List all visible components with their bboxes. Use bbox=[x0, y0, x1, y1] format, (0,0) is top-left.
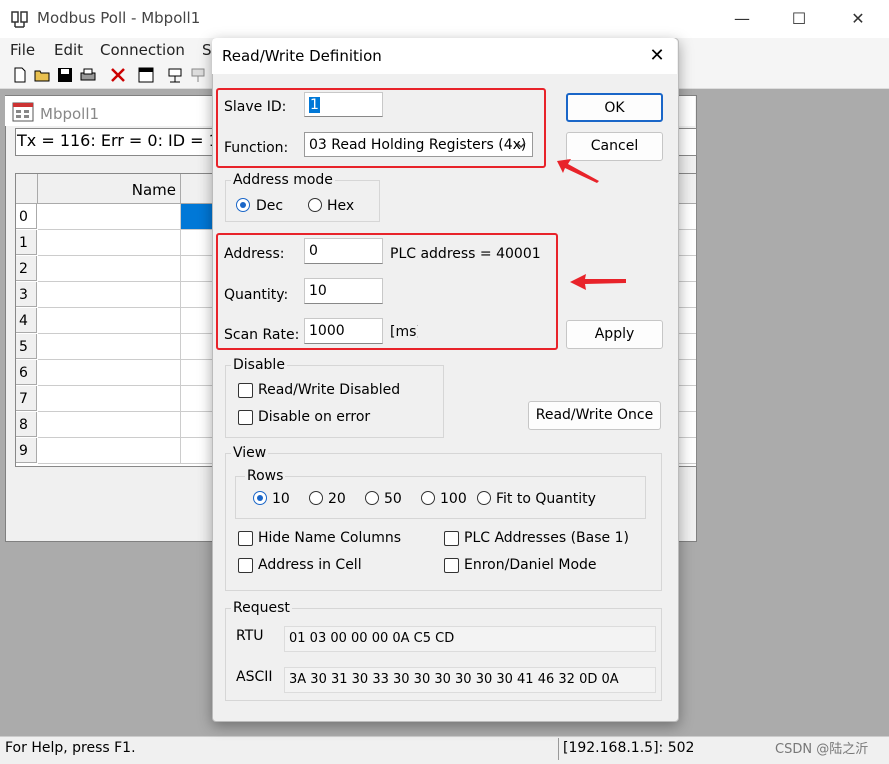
dec-radio[interactable] bbox=[236, 198, 250, 212]
csdn-watermark: CSDN @陆之沂 bbox=[775, 742, 869, 757]
plc-addresses-label: PLC Addresses (Base 1) bbox=[464, 530, 629, 546]
open-folder-icon[interactable] bbox=[34, 67, 50, 83]
window-icon[interactable] bbox=[138, 67, 154, 83]
disable-on-error-label: Disable on error bbox=[258, 409, 371, 425]
view-group-title: View bbox=[231, 445, 269, 461]
menu-connection[interactable]: Connection bbox=[100, 41, 185, 59]
name-cell[interactable] bbox=[38, 256, 181, 282]
enron-mode-label: Enron/Daniel Mode bbox=[464, 557, 597, 573]
row-number: 8 bbox=[16, 412, 37, 437]
rows-fit-radio[interactable] bbox=[477, 491, 491, 505]
row-number: 4 bbox=[16, 308, 37, 333]
name-cell[interactable] bbox=[38, 412, 181, 438]
plc-addresses-checkbox[interactable] bbox=[444, 531, 459, 546]
help-hint: For Help, press F1. bbox=[5, 740, 136, 756]
annotation-arrow-icon bbox=[557, 159, 599, 183]
enron-mode-checkbox[interactable] bbox=[444, 558, 459, 573]
disconnect-icon[interactable] bbox=[190, 67, 206, 83]
row-number: 9 bbox=[16, 438, 37, 463]
close-window-button[interactable]: ✕ bbox=[838, 6, 878, 32]
hide-name-columns-label: Hide Name Columns bbox=[258, 530, 402, 546]
slave-function-highlight bbox=[216, 88, 546, 168]
app-title: Modbus Poll - Mbpoll1 bbox=[37, 9, 201, 27]
rw-disabled-label: Read/Write Disabled bbox=[258, 382, 401, 398]
name-cell[interactable] bbox=[38, 334, 181, 360]
name-cell[interactable] bbox=[38, 308, 181, 334]
rw-disabled-checkbox[interactable] bbox=[238, 383, 253, 398]
mbpoll-document-icon bbox=[12, 102, 34, 122]
address-in-cell-label: Address in Cell bbox=[258, 557, 362, 573]
name-cell[interactable] bbox=[38, 282, 181, 308]
disable-group bbox=[225, 365, 444, 438]
rtu-label: RTU bbox=[236, 628, 264, 644]
rows-100-radio[interactable] bbox=[421, 491, 435, 505]
maximize-button[interactable]: ☐ bbox=[779, 6, 819, 32]
grid-corner bbox=[16, 174, 38, 204]
ascii-label: ASCII bbox=[236, 669, 273, 685]
menu-edit[interactable]: Edit bbox=[54, 41, 83, 59]
dialog-close-icon[interactable]: ✕ bbox=[645, 44, 669, 68]
name-cell[interactable] bbox=[38, 204, 181, 230]
name-cell[interactable] bbox=[38, 386, 181, 412]
connection-address: [192.168.1.5]: 502 bbox=[563, 740, 695, 756]
read-write-once-button[interactable]: Read/Write Once bbox=[528, 401, 661, 430]
hex-label: Hex bbox=[327, 198, 355, 214]
modbus-poll-app-icon bbox=[11, 11, 28, 28]
menu-setup[interactable]: S bbox=[202, 41, 212, 59]
new-file-icon[interactable] bbox=[12, 67, 28, 83]
dec-label: Dec bbox=[256, 198, 284, 214]
address-in-cell-checkbox[interactable] bbox=[238, 558, 253, 573]
address-mode-title: Address mode bbox=[231, 172, 335, 188]
row-number: 6 bbox=[16, 360, 37, 385]
ok-button[interactable]: OK bbox=[566, 93, 663, 122]
minimize-button[interactable]: — bbox=[722, 6, 762, 32]
rows-50-label: 50 bbox=[384, 491, 402, 507]
row-number: 1 bbox=[16, 230, 37, 255]
connect-icon[interactable] bbox=[167, 67, 183, 83]
row-number: 0 bbox=[16, 204, 37, 229]
save-icon[interactable] bbox=[57, 67, 73, 83]
row-number: 3 bbox=[16, 282, 37, 307]
address-quantity-highlight bbox=[216, 233, 558, 350]
delete-icon[interactable] bbox=[110, 67, 126, 83]
annotation-arrow-icon bbox=[570, 274, 626, 290]
rtu-request-field: 01 03 00 00 00 0A C5 CD bbox=[284, 626, 656, 652]
menu-file[interactable]: File bbox=[10, 41, 35, 59]
rows-100-label: 100 bbox=[440, 491, 467, 507]
row-number: 5 bbox=[16, 334, 37, 359]
rows-10-radio[interactable] bbox=[253, 491, 267, 505]
dialog-title: Read/Write Definition bbox=[222, 47, 382, 65]
rows-20-label: 20 bbox=[328, 491, 346, 507]
disable-group-title: Disable bbox=[231, 357, 287, 373]
name-column-label: Name bbox=[131, 181, 176, 199]
poll-status-text: Tx = 116: Err = 0: ID = 1: bbox=[17, 131, 225, 150]
rows-50-radio[interactable] bbox=[365, 491, 379, 505]
name-column-header[interactable]: Name bbox=[38, 174, 181, 204]
print-icon[interactable] bbox=[80, 67, 96, 83]
request-group-title: Request bbox=[231, 600, 292, 616]
rows-10-label: 10 bbox=[272, 491, 290, 507]
name-cell[interactable] bbox=[38, 438, 181, 464]
rows-group-title: Rows bbox=[245, 468, 286, 484]
ascii-request-field: 3A 30 31 30 33 30 30 30 30 30 30 41 46 3… bbox=[284, 667, 656, 693]
hide-name-columns-checkbox[interactable] bbox=[238, 531, 253, 546]
row-number: 7 bbox=[16, 386, 37, 411]
name-cell[interactable] bbox=[38, 360, 181, 386]
disable-on-error-checkbox[interactable] bbox=[238, 410, 253, 425]
hex-radio[interactable] bbox=[308, 198, 322, 212]
rows-20-radio[interactable] bbox=[309, 491, 323, 505]
rows-fit-label: Fit to Quantity bbox=[496, 491, 596, 507]
apply-button[interactable]: Apply bbox=[566, 320, 663, 349]
name-cell[interactable] bbox=[38, 230, 181, 256]
row-number: 2 bbox=[16, 256, 37, 281]
child-window-title: Mbpoll1 bbox=[40, 105, 100, 123]
